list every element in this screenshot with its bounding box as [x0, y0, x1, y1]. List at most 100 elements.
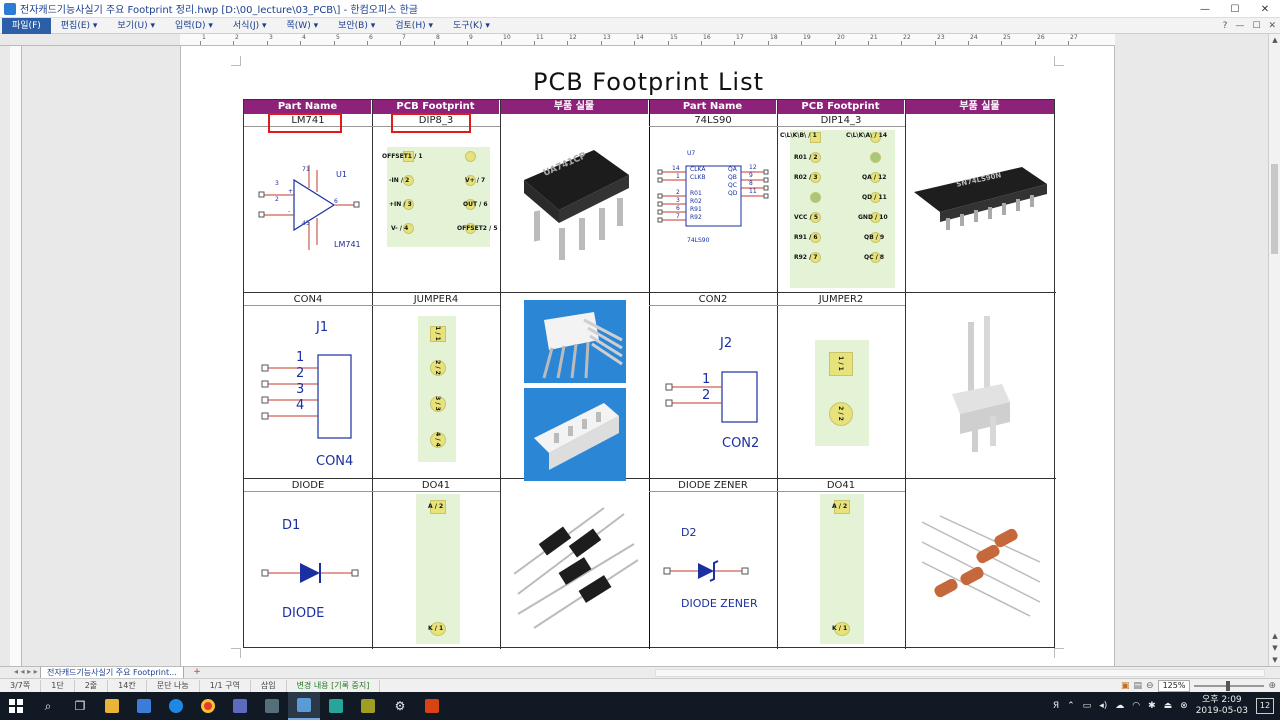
pin-label: OFFSET1 / 1 — [382, 153, 423, 160]
help-button[interactable]: ? — [1223, 18, 1228, 34]
add-tab-button[interactable]: + — [190, 667, 204, 678]
ruler-number: 15 — [670, 34, 678, 41]
ls90-pin-label: QB — [728, 174, 737, 181]
scroll-thumb[interactable] — [1271, 164, 1278, 254]
pad — [870, 152, 881, 163]
part-name-cell: 74LS90 — [649, 114, 777, 127]
layout-icon[interactable]: ▤ — [1134, 681, 1143, 691]
scroll-down-arrow-icon[interactable]: ▼ — [1269, 654, 1280, 666]
notification-center-icon[interactable]: 12 — [1256, 698, 1274, 714]
network-icon[interactable]: ▭ — [1083, 701, 1092, 711]
menu-page[interactable]: 쪽(W) ▾ — [277, 18, 329, 34]
zoom-out-icon[interactable]: ⊖ — [1146, 681, 1154, 691]
menu-insert[interactable]: 입력(D) ▾ — [165, 18, 223, 34]
status-column: 1단 — [41, 679, 75, 692]
horizontal-ruler[interactable]: 1 2 3 4 5 6 7 8 9 10 11 12 13 14 15 16 17 18 19 20 21 22 23 24 2… — [180, 34, 1115, 46]
pin-label: V+ / 7 — [465, 177, 486, 184]
page-down-icon[interactable]: ▼ — [1269, 642, 1280, 654]
pin-label: -IN / 2 — [389, 177, 410, 184]
tab-nav-arrows[interactable]: ◂ ◂ ▸ ▸ — [14, 667, 38, 676]
table-divider — [500, 100, 501, 649]
chrome-icon[interactable] — [192, 692, 224, 720]
do41-footprint: A / 2 K / 1 — [416, 494, 460, 644]
file-explorer-icon[interactable] — [96, 692, 128, 720]
ls90-pin-number: 2 — [676, 189, 680, 196]
ime-icon[interactable]: Я — [1053, 701, 1059, 711]
menu-security[interactable]: 보안(B) ▾ — [328, 18, 385, 34]
menu-view[interactable]: 보기(U) ▾ — [107, 18, 165, 34]
search-icon[interactable]: ⌕ — [32, 692, 64, 720]
eject-icon[interactable]: ⏏ — [1164, 701, 1173, 711]
status-insert-mode[interactable]: 삽입 — [251, 679, 287, 692]
cloud-icon[interactable]: ☁ — [1115, 701, 1124, 711]
app-icon[interactable] — [320, 692, 352, 720]
doc-minimize-button[interactable]: — — [1235, 18, 1244, 34]
status-track-changes[interactable]: 변경 내용 [기록 중지] — [287, 679, 381, 692]
lm741-pin-number: 6 — [334, 198, 338, 205]
ruler-tick — [734, 41, 735, 45]
ls90-pin-number: 11 — [749, 188, 757, 195]
app-icon[interactable] — [352, 692, 384, 720]
table-divider — [777, 100, 778, 649]
taskbar-clock[interactable]: 오후 2:09 2019-05-03 — [1196, 695, 1248, 717]
system-tray: Я ⌃ ▭ ◂) ☁ ◠ ✱ ⏏ ⊗ 오후 2:09 2019-05-03 12 — [1053, 692, 1280, 720]
zoom-in-icon[interactable]: ⊕ — [1268, 681, 1276, 691]
window-title: 전자캐드기능사실기 주요 Footprint 정리.hwp [D:\00_lec… — [20, 5, 418, 16]
ruler-number: 21 — [870, 34, 878, 41]
start-icon[interactable] — [0, 692, 32, 720]
doc-close-button[interactable]: ✕ — [1268, 18, 1276, 34]
pin-label: 2 / 2 — [836, 406, 844, 421]
app-icon[interactable] — [416, 692, 448, 720]
zoom-slider[interactable] — [1194, 681, 1265, 691]
con4-schematic — [261, 354, 352, 439]
maximize-button[interactable]: ☐ — [1220, 0, 1250, 18]
horizontal-scrollbar[interactable] — [655, 669, 1265, 677]
con4-housing-photo — [524, 388, 626, 481]
zoom-level[interactable]: 125% — [1157, 680, 1191, 692]
app-icon[interactable] — [256, 692, 288, 720]
doc-restore-button[interactable]: ☐ — [1252, 18, 1260, 34]
bluetooth-icon[interactable]: ✱ — [1148, 701, 1156, 711]
wifi-icon[interactable]: ◠ — [1132, 701, 1140, 711]
hwp-taskbar-icon[interactable] — [288, 692, 320, 720]
tray-expand-icon[interactable]: ⌃ — [1067, 701, 1075, 711]
menu-tools[interactable]: 도구(K) ▾ — [443, 18, 500, 34]
footprint-name-cell: JUMPER2 — [777, 293, 905, 306]
scroll-up-arrow-icon[interactable]: ▲ — [1269, 34, 1280, 46]
task-view-icon[interactable]: ❐ — [64, 692, 96, 720]
pin-label: 3 / 3 — [433, 396, 441, 411]
menu-review[interactable]: 검토(H) ▾ — [385, 18, 443, 34]
settings-icon[interactable]: ⚙ — [384, 692, 416, 720]
pin-label: +IN / 3 — [389, 201, 412, 208]
edge-icon[interactable] — [160, 692, 192, 720]
close-button[interactable]: ✕ — [1250, 0, 1280, 18]
ruler-number: 4 — [302, 34, 306, 41]
status-page[interactable]: 3/7쪽 — [0, 679, 42, 692]
ruler-number: 5 — [336, 34, 340, 41]
page-up-icon[interactable]: ▲ — [1269, 630, 1280, 642]
menu-edit[interactable]: 편집(E) ▾ — [51, 18, 108, 34]
pin-label: 1 / 1 — [433, 326, 441, 341]
minimize-button[interactable]: — — [1190, 0, 1220, 18]
vertical-ruler[interactable] — [10, 46, 22, 666]
ruler-tick — [835, 41, 836, 45]
app-icon[interactable] — [224, 692, 256, 720]
vertical-scrollbar[interactable]: ▲ ▲ ▼ ▼ — [1268, 34, 1280, 666]
ruler-number: 23 — [937, 34, 945, 41]
menu-file[interactable]: 파일(F) — [2, 17, 51, 34]
part-name-cell: CON2 — [649, 293, 777, 306]
volume-icon[interactable]: ◂) — [1099, 701, 1107, 711]
hwp-app-icon — [4, 2, 16, 15]
jumper2-photo — [952, 316, 1010, 452]
margin-mark — [231, 648, 241, 658]
menu-format[interactable]: 서식(J) ▾ — [223, 18, 277, 34]
close-circle-icon[interactable]: ⊗ — [1180, 701, 1188, 711]
store-icon[interactable] — [128, 692, 160, 720]
ruler-tick — [601, 41, 602, 45]
footprint-name-cell: DIP14_3 — [777, 114, 905, 127]
ruler-tick — [501, 41, 502, 45]
document-page[interactable]: PCB Footprint List Part Name PCB Footpri… — [180, 46, 1115, 666]
clock-time: 오후 2:09 — [1202, 695, 1242, 705]
ruler-tick — [801, 41, 802, 45]
view-mode-icon[interactable]: ▣ — [1121, 681, 1130, 691]
